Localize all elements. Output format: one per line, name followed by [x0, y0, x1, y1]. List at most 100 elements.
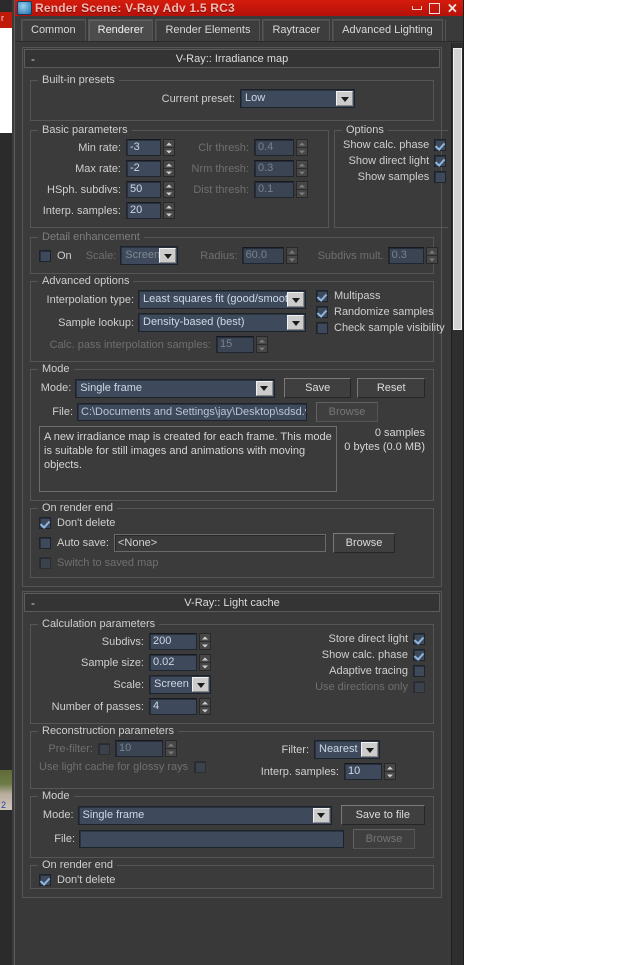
- reset-button[interactable]: Reset: [357, 378, 425, 398]
- spinner-arrows-icon[interactable]: [296, 139, 308, 156]
- tab-render-elements[interactable]: Render Elements: [155, 19, 261, 41]
- lc-filter-dropdown[interactable]: Nearest: [314, 740, 380, 759]
- lc-number-of-passes-value[interactable]: 4: [149, 698, 197, 715]
- dont-delete-checkbox[interactable]: [39, 517, 51, 529]
- spinner-arrows-icon[interactable]: [256, 336, 268, 353]
- calc-pass-interpolation-spinner[interactable]: 15: [216, 336, 268, 353]
- spinner-arrows-icon[interactable]: [199, 654, 211, 671]
- use-directions-only-checkbox[interactable]: [413, 681, 425, 693]
- auto-save-browse-button[interactable]: Browse: [332, 533, 395, 553]
- detail-scale-dropdown[interactable]: Screen: [120, 246, 179, 265]
- lc-interp-samples-spinner[interactable]: 10: [344, 763, 396, 780]
- check-sample-visibility-checkbox[interactable]: [316, 322, 328, 334]
- randomize-samples-checkbox[interactable]: [316, 306, 328, 318]
- window-titlebar[interactable]: Render Scene: V-Ray Adv 1.5 RC3 ✕: [15, 0, 463, 16]
- vertical-scrollbar[interactable]: [451, 43, 463, 965]
- store-direct-light-checkbox[interactable]: [413, 633, 425, 645]
- max-rate-value[interactable]: -2: [126, 160, 161, 177]
- lc-subdivs-spinner[interactable]: 200: [149, 633, 211, 650]
- detail-enhancement-on-checkbox[interactable]: [39, 249, 51, 262]
- detail-subdivs-mult-spinner[interactable]: 0.3: [387, 247, 438, 264]
- collapse-icon[interactable]: -: [31, 53, 35, 65]
- spinner-arrows-icon[interactable]: [163, 202, 175, 219]
- spinner-arrows-icon[interactable]: [199, 633, 211, 650]
- spinner-arrows-icon[interactable]: [165, 740, 177, 757]
- show-samples-checkbox[interactable]: [434, 171, 447, 183]
- dist-thresh-value[interactable]: 0.1: [254, 181, 294, 198]
- spinner-arrows-icon[interactable]: [296, 160, 308, 177]
- tab-raytracer[interactable]: Raytracer: [262, 19, 331, 41]
- min-rate-spinner[interactable]: -3: [126, 139, 175, 156]
- spinner-arrows-icon[interactable]: [163, 181, 175, 198]
- lc-file-input[interactable]: [79, 830, 344, 848]
- pre-filter-checkbox[interactable]: [98, 742, 110, 755]
- interp-samples-spinner[interactable]: 20: [126, 202, 175, 219]
- switch-to-saved-map-checkbox[interactable]: [39, 557, 51, 569]
- calc-pass-interpolation-value[interactable]: 15: [216, 336, 254, 353]
- spinner-arrows-icon[interactable]: [384, 763, 396, 780]
- minimize-icon[interactable]: [410, 2, 423, 14]
- spinner-arrows-icon[interactable]: [425, 247, 438, 264]
- lc-sample-size-spinner[interactable]: 0.02: [149, 654, 211, 671]
- rollout-header-light-cache[interactable]: - V-Ray:: Light cache: [24, 593, 440, 612]
- lc-dont-delete-checkbox[interactable]: [39, 874, 51, 886]
- lc-subdivs-value[interactable]: 200: [149, 633, 197, 650]
- lc-show-calc-phase-checkbox[interactable]: [413, 649, 425, 661]
- irradiance-file-input[interactable]: C:\Documents and Settings\jay\Desktop\sd…: [77, 403, 307, 421]
- chevron-down-icon[interactable]: [312, 807, 330, 823]
- irradiance-mode-dropdown[interactable]: Single frame: [75, 378, 275, 398]
- show-calc-phase-checkbox[interactable]: [434, 139, 447, 151]
- lc-number-of-passes-spinner[interactable]: 4: [149, 698, 211, 715]
- detail-radius-value[interactable]: 60.0: [241, 247, 284, 264]
- clr-thresh-spinner[interactable]: 0.4: [254, 139, 308, 156]
- spinner-arrows-icon[interactable]: [199, 698, 211, 715]
- detail-radius-spinner[interactable]: 60.0: [241, 247, 298, 264]
- chevron-down-icon[interactable]: [287, 315, 304, 330]
- spinner-arrows-icon[interactable]: [296, 181, 308, 198]
- hsph-subdivs-spinner[interactable]: 50: [126, 181, 175, 198]
- chevron-down-icon[interactable]: [159, 248, 177, 263]
- pre-filter-value[interactable]: 10: [115, 740, 163, 757]
- clr-thresh-value[interactable]: 0.4: [254, 139, 294, 156]
- chevron-down-icon[interactable]: [287, 292, 304, 307]
- chevron-down-icon[interactable]: [361, 742, 378, 757]
- tab-advanced-lighting[interactable]: Advanced Lighting: [332, 19, 443, 41]
- save-to-file-button[interactable]: Save to file: [340, 805, 425, 825]
- interpolation-type-dropdown[interactable]: Least squares fit (good/smooth: [138, 290, 306, 309]
- lc-interp-samples-value[interactable]: 10: [344, 763, 382, 780]
- spinner-arrows-icon[interactable]: [285, 247, 298, 264]
- current-preset-dropdown[interactable]: Low: [240, 89, 355, 108]
- tab-common[interactable]: Common: [21, 19, 86, 41]
- pre-filter-spinner[interactable]: 10: [115, 740, 177, 757]
- chevron-down-icon[interactable]: [336, 91, 353, 106]
- multipass-checkbox[interactable]: [316, 290, 328, 302]
- dist-thresh-spinner[interactable]: 0.1: [254, 181, 308, 198]
- save-button[interactable]: Save: [283, 378, 352, 398]
- maximize-icon[interactable]: [428, 2, 441, 14]
- lc-mode-dropdown[interactable]: Single frame: [77, 805, 332, 825]
- close-icon[interactable]: ✕: [446, 1, 459, 15]
- spinner-arrows-icon[interactable]: [163, 160, 175, 177]
- sample-lookup-dropdown[interactable]: Density-based (best): [138, 313, 306, 332]
- scrollbar-thumb[interactable]: [453, 48, 462, 330]
- adaptive-tracing-checkbox[interactable]: [413, 665, 425, 677]
- auto-save-checkbox[interactable]: [39, 537, 51, 549]
- nrm-thresh-spinner[interactable]: 0.3: [254, 160, 308, 177]
- detail-subdivs-mult-value[interactable]: 0.3: [387, 247, 424, 264]
- max-rate-spinner[interactable]: -2: [126, 160, 175, 177]
- irradiance-browse-button[interactable]: Browse: [316, 402, 378, 422]
- lc-scale-dropdown[interactable]: Screen: [149, 675, 211, 694]
- auto-save-input[interactable]: <None>: [113, 534, 326, 552]
- lc-sample-size-value[interactable]: 0.02: [149, 654, 197, 671]
- hsph-subdivs-value[interactable]: 50: [126, 181, 161, 198]
- min-rate-value[interactable]: -3: [126, 139, 161, 156]
- show-direct-light-checkbox[interactable]: [434, 155, 447, 167]
- chevron-down-icon[interactable]: [192, 677, 209, 692]
- collapse-icon[interactable]: -: [31, 597, 35, 609]
- rollout-header-irradiance-map[interactable]: - V-Ray:: Irradiance map: [24, 49, 440, 68]
- chevron-down-icon[interactable]: [255, 380, 273, 396]
- spinner-arrows-icon[interactable]: [163, 139, 175, 156]
- interp-samples-value[interactable]: 20: [126, 202, 161, 219]
- lc-browse-button[interactable]: Browse: [353, 829, 415, 849]
- tab-renderer[interactable]: Renderer: [87, 19, 154, 41]
